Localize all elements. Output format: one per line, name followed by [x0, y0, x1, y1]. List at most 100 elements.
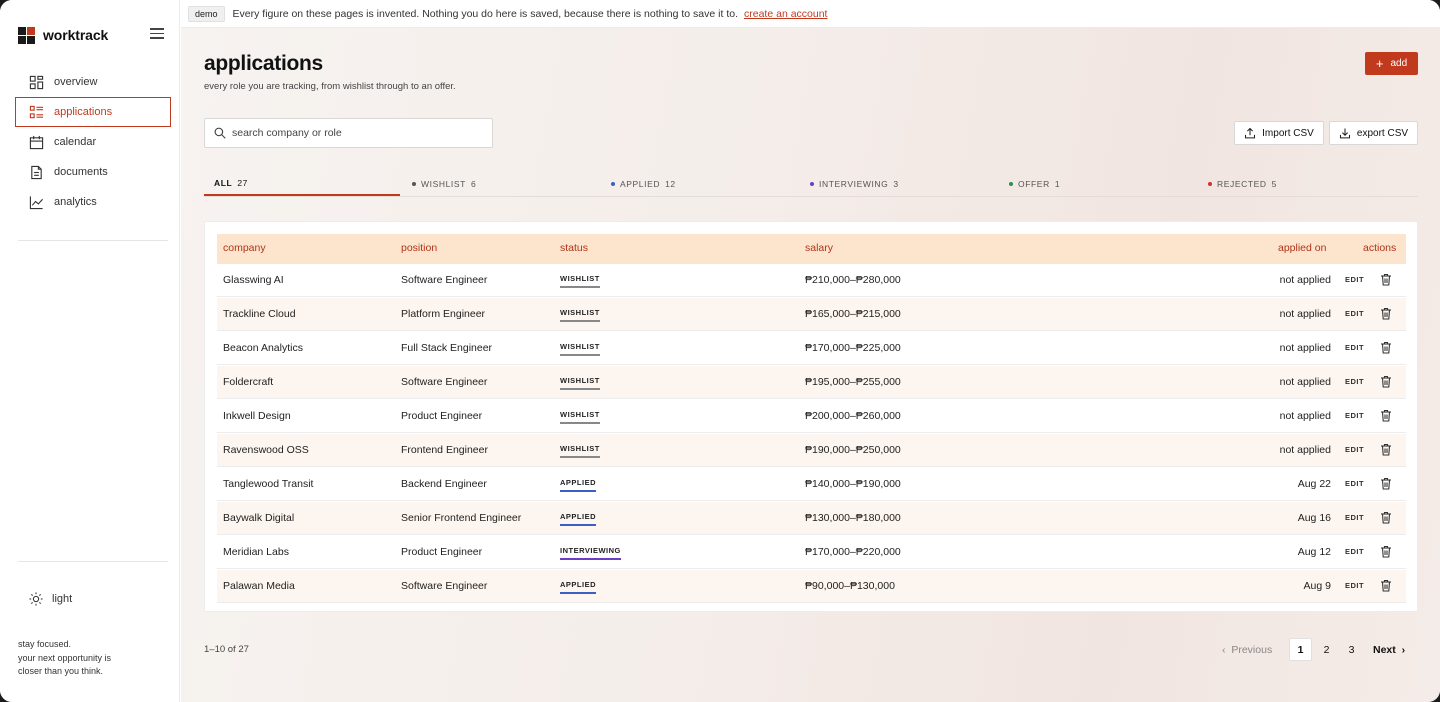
trash-icon[interactable]	[1380, 409, 1392, 422]
trash-icon[interactable]	[1380, 375, 1392, 388]
cell-salary: ₱90,000–₱130,000	[805, 580, 895, 592]
page-1-button[interactable]: 1	[1289, 638, 1312, 661]
brand[interactable]: worktrack	[18, 26, 108, 44]
cell-position: Software Engineer	[401, 274, 488, 286]
edit-button[interactable]: EDIT	[1345, 377, 1364, 386]
previous-page-button[interactable]: ‹ Previous	[1222, 644, 1272, 656]
trash-icon[interactable]	[1380, 477, 1392, 490]
sidebar-item-label: overview	[54, 76, 98, 88]
column-header-salary[interactable]: salary	[805, 242, 833, 254]
table-row[interactable]: Tanglewood Transit Backend Engineer APPLIE…	[217, 468, 1406, 501]
table-row[interactable]: Beacon Analytics Full Stack Engineer WISHL…	[217, 332, 1406, 365]
column-header-actions: actions	[1363, 242, 1397, 254]
trash-icon[interactable]	[1380, 341, 1392, 354]
sidebar-item-label: documents	[54, 166, 108, 178]
tab-applied[interactable]: APPLIED 12	[602, 172, 798, 196]
table-row[interactable]: Foldercraft Software Engineer WISHLIST ₱195…	[217, 366, 1406, 399]
add-button[interactable]: + add	[1365, 52, 1418, 75]
sidebar-item-analytics[interactable]: analytics	[15, 187, 171, 217]
table-row[interactable]: Glasswing AI Software Engineer WISHLIST ₱21…	[217, 264, 1406, 297]
edit-button[interactable]: EDIT	[1345, 513, 1364, 522]
table-row[interactable]: Palawan Media Software Engineer APPLIED ₱90…	[217, 570, 1406, 603]
sidebar-item-applications[interactable]: applications	[15, 97, 171, 127]
trash-icon[interactable]	[1380, 511, 1392, 524]
trash-icon[interactable]	[1380, 273, 1392, 286]
cell-applied-on: not applied	[1279, 444, 1331, 456]
import-csv-button[interactable]: Import CSV	[1234, 121, 1324, 145]
status-badge: WISHLIST	[560, 308, 600, 322]
edit-button[interactable]: EDIT	[1345, 343, 1364, 352]
trash-icon[interactable]	[1380, 545, 1392, 558]
table-row[interactable]: Ravenswood OSS Frontend Engineer WISHLIST ₱…	[217, 434, 1406, 467]
cell-salary: ₱140,000–₱190,000	[805, 478, 901, 490]
create-account-link[interactable]: create an account	[744, 8, 827, 20]
table-row[interactable]: Baywalk Digital Senior Frontend Engineer A…	[217, 502, 1406, 535]
table-row[interactable]: Meridian Labs Product Engineer INTERVIEWIN…	[217, 536, 1406, 569]
edit-button[interactable]: EDIT	[1345, 479, 1364, 488]
cell-company: Glasswing AI	[223, 274, 284, 286]
theme-label: light	[52, 593, 73, 605]
tab-offer[interactable]: OFFER 1	[1000, 172, 1196, 196]
export-csv-button[interactable]: export CSV	[1329, 121, 1418, 145]
hamburger-menu-icon[interactable]	[150, 28, 164, 40]
column-header-applied-on[interactable]: applied on	[1278, 242, 1326, 254]
cell-applied-on: not applied	[1279, 410, 1331, 422]
cell-position: Platform Engineer	[401, 308, 486, 320]
tab-label: ALL	[214, 178, 233, 188]
sidebar-item-documents[interactable]: documents	[15, 157, 171, 187]
cell-applied-on: Aug 16	[1297, 512, 1331, 524]
search-input[interactable]	[232, 127, 472, 139]
cell-applied-on: not applied	[1279, 342, 1331, 354]
tab-count: 12	[665, 179, 676, 189]
next-page-button[interactable]: Next ›	[1373, 644, 1405, 656]
main-content: demo Every figure on these pages is inve…	[181, 0, 1440, 702]
theme-toggle[interactable]: light	[29, 592, 72, 606]
cell-salary: ₱130,000–₱180,000	[805, 512, 901, 524]
cell-position: Senior Frontend Engineer	[401, 512, 522, 524]
column-header-position[interactable]: position	[401, 242, 437, 254]
edit-button[interactable]: EDIT	[1345, 547, 1364, 556]
trash-icon[interactable]	[1380, 443, 1392, 456]
edit-button[interactable]: EDIT	[1345, 445, 1364, 454]
cell-company: Inkwell Design	[223, 410, 291, 422]
column-header-company[interactable]: company	[223, 242, 266, 254]
tagline: stay focused. your next opportunity is c…	[18, 638, 148, 679]
list-icon	[29, 105, 44, 118]
cell-position: Frontend Engineer	[401, 444, 488, 456]
edit-button[interactable]: EDIT	[1345, 581, 1364, 590]
sidebar-item-label: analytics	[54, 196, 97, 208]
tab-interviewing[interactable]: INTERVIEWING 3	[801, 172, 997, 196]
edit-button[interactable]: EDIT	[1345, 309, 1364, 318]
tab-label: REJECTED	[1217, 179, 1267, 189]
status-badge: WISHLIST	[560, 342, 600, 356]
sun-icon	[29, 592, 43, 606]
cell-company: Trackline Cloud	[223, 308, 296, 320]
search-icon	[214, 127, 226, 139]
tagline-line: stay focused.	[18, 639, 72, 649]
tab-wishlist[interactable]: WISHLIST 6	[403, 172, 599, 196]
grid-icon	[29, 75, 44, 89]
page-2-button[interactable]: 2	[1315, 638, 1338, 661]
cell-applied-on: not applied	[1279, 376, 1331, 388]
tab-rejected[interactable]: REJECTED 5	[1199, 172, 1395, 196]
tab-all[interactable]: ALL 27	[204, 172, 400, 196]
tagline-line: your next opportunity is	[18, 652, 112, 663]
page-3-button[interactable]: 3	[1340, 638, 1363, 661]
table-row[interactable]: Inkwell Design Product Engineer WISHLIST ₱2…	[217, 400, 1406, 433]
column-header-status[interactable]: status	[560, 242, 588, 254]
table-row[interactable]: Trackline Cloud Platform Engineer WISHLIST…	[217, 298, 1406, 331]
trash-icon[interactable]	[1380, 579, 1392, 592]
plus-icon: +	[1375, 56, 1384, 71]
cell-salary: ₱170,000–₱220,000	[805, 546, 901, 558]
chart-icon	[29, 195, 44, 209]
trash-icon[interactable]	[1380, 307, 1392, 320]
sidebar-item-calendar[interactable]: calendar	[15, 127, 171, 157]
cell-position: Product Engineer	[401, 410, 483, 422]
cell-position: Software Engineer	[401, 376, 488, 388]
pagination-info: 1–10 of 27	[204, 644, 249, 655]
sidebar-item-overview[interactable]: overview	[15, 67, 171, 97]
export-csv-label: export CSV	[1356, 127, 1409, 139]
edit-button[interactable]: EDIT	[1345, 411, 1364, 420]
edit-button[interactable]: EDIT	[1345, 275, 1364, 284]
chevron-right-icon: ›	[1401, 644, 1406, 656]
